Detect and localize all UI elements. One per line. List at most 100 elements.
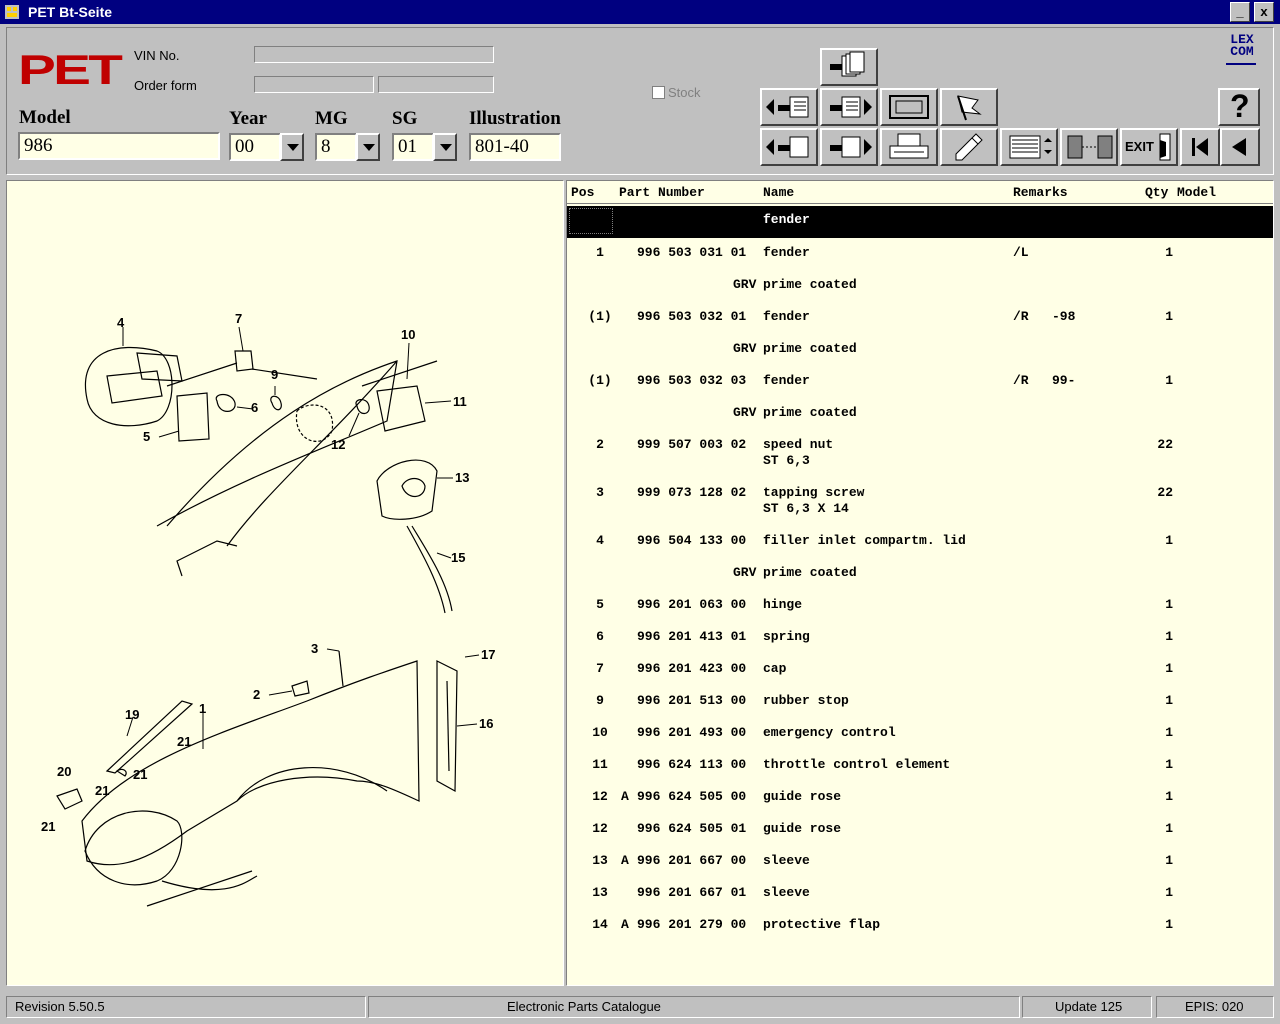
stock-checkbox-box[interactable]	[652, 86, 665, 99]
cell-part: 996 201 493 00	[637, 725, 747, 740]
documents-icon	[830, 51, 865, 77]
table-row[interactable]: (1) 996 503 032 01 fender/R -98 1	[567, 303, 1273, 335]
table-row[interactable]: 3 999 073 128 02 tapping screw 22 ST 6,3 X 1…	[567, 479, 1273, 516]
app-icon	[5, 5, 19, 19]
cell-name: guide rose	[763, 789, 842, 804]
cell-name: fender	[763, 245, 810, 260]
stock-label: Stock	[668, 85, 701, 100]
cell-pos: 7	[596, 661, 604, 676]
table-row[interactable]: 7 996 201 423 00 cap 1	[567, 655, 1273, 687]
next-page-button[interactable]	[820, 88, 878, 126]
col-header-name[interactable]: Name	[763, 185, 794, 200]
selected-row-focus	[569, 208, 613, 234]
col-header-qty[interactable]: Qty	[1145, 185, 1168, 200]
svg-text:16: 16	[479, 716, 493, 731]
vin-input[interactable]	[254, 46, 494, 63]
prev-blank-button[interactable]	[760, 128, 818, 166]
cell-pos: (1)	[588, 373, 612, 388]
cell-part: 996 201 279 00	[637, 917, 747, 932]
table-row[interactable]: GRV prime coated	[567, 399, 1273, 431]
list-icon	[1009, 135, 1052, 159]
col-header-model[interactable]: Model	[1177, 185, 1216, 200]
sg-dropdown-button[interactable]	[433, 133, 457, 161]
table-row[interactable]: 2 999 507 003 02 speed nut 22 ST 6,3	[567, 431, 1273, 468]
cell-name: throttle control element	[763, 757, 951, 772]
minimize-button[interactable]: _	[1230, 2, 1250, 22]
table-row[interactable]: 11 996 624 113 00 throttle control element…	[567, 751, 1273, 783]
table-row[interactable]: GRV prime coated	[567, 335, 1273, 367]
table-row[interactable]: 6 996 201 413 01 spring 1	[567, 623, 1273, 655]
table-row[interactable]: 1 996 503 031 01 fender/L 1	[567, 239, 1273, 271]
cell-remarks: /L	[1013, 245, 1029, 260]
table-row[interactable]: (1) 996 503 032 03 fender/R 99- 1	[567, 367, 1273, 399]
cell-pos: 11	[592, 757, 608, 772]
cell-pos: 10	[592, 725, 608, 740]
order-form-input-1[interactable]	[254, 76, 374, 93]
cell-part: 999 507 003 02	[637, 437, 747, 452]
cell-name: tapping screw	[763, 485, 865, 500]
order-form-input-2[interactable]	[378, 76, 494, 93]
cell-name: prime coated	[763, 565, 857, 580]
cell-qty: 1	[1165, 693, 1173, 708]
stock-checkbox[interactable]: Stock	[652, 85, 701, 100]
parts-diagram[interactable]: 4 7 10 9 6 11 5 12 13 15 3 17 2 1 19 16 …	[7, 181, 563, 985]
next-blank-button[interactable]	[820, 128, 878, 166]
cell-remarks: /R 99-	[1013, 373, 1076, 388]
sg-select[interactable]: 01	[392, 133, 434, 161]
mg-select[interactable]: 8	[315, 133, 357, 161]
cell-name: prime coated	[763, 277, 857, 292]
vin-label: VIN No.	[134, 48, 180, 63]
col-header-remarks[interactable]: Remarks	[1013, 185, 1068, 200]
cell-part: 996 201 667 01	[637, 885, 747, 900]
cell-pos: 5	[596, 597, 604, 612]
table-row[interactable]: 13 A 996 201 667 00 sleeve 1	[567, 847, 1273, 879]
cell-pos: 13	[592, 885, 608, 900]
view-button[interactable]	[880, 88, 938, 126]
cell-name: fender	[763, 309, 810, 324]
col-header-part-number[interactable]: Part Number	[619, 185, 705, 200]
table-row[interactable]: 4 996 504 133 00 filler inlet compartm. li…	[567, 527, 1273, 559]
cell-pos: 2	[596, 437, 604, 452]
mg-dropdown-button[interactable]	[356, 133, 380, 161]
year-dropdown-button[interactable]	[280, 133, 304, 161]
table-row[interactable]: 12 A 996 624 505 00 guide rose 1	[567, 783, 1273, 815]
table-row[interactable]: GRV prime coated	[567, 271, 1273, 303]
year-select[interactable]: 00	[229, 133, 281, 161]
cell-qty: 1	[1165, 373, 1173, 388]
model-field[interactable]: 986	[18, 132, 220, 160]
table-row[interactable]: 13 996 201 667 01 sleeve 1	[567, 879, 1273, 911]
cell-qty: 1	[1165, 757, 1173, 772]
table-row[interactable]: 12 996 624 505 01 guide rose 1	[567, 815, 1273, 847]
edit-button[interactable]	[940, 128, 998, 166]
first-record-button[interactable]	[1180, 128, 1220, 166]
cell-name: emergency control	[763, 725, 896, 740]
svg-text:12: 12	[331, 437, 345, 452]
flag-button[interactable]	[940, 88, 998, 126]
prev-page-button[interactable]	[760, 88, 818, 126]
cell-qty: 1	[1165, 853, 1173, 868]
transfer-button[interactable]	[1060, 128, 1118, 166]
col-header-pos[interactable]: Pos	[571, 185, 594, 200]
cell-qty: 22	[1157, 437, 1173, 452]
close-button[interactable]: x	[1254, 2, 1274, 22]
cell-pos: 13	[592, 853, 608, 868]
table-row[interactable]: 5 996 201 063 00 hinge 1	[567, 591, 1273, 623]
cell-qty: 1	[1165, 629, 1173, 644]
multi-doc-button[interactable]	[820, 48, 878, 86]
exit-button[interactable]: EXIT	[1120, 128, 1178, 166]
list-view-button[interactable]	[1000, 128, 1058, 166]
print-button[interactable]	[880, 128, 938, 166]
table-row[interactable]: 9 996 201 513 00 rubber stop 1	[567, 687, 1273, 719]
prev-record-button[interactable]	[1220, 128, 1260, 166]
table-row[interactable]: GRV prime coated	[567, 559, 1273, 591]
illustration-field[interactable]: 801-40	[469, 133, 561, 161]
svg-text:7: 7	[235, 311, 242, 326]
pet-logo: PET	[18, 46, 123, 93]
cell-name: sleeve	[763, 853, 810, 868]
cell-part: 996 503 032 03	[637, 373, 747, 388]
table-row[interactable]: 10 996 201 493 00 emergency control 1	[567, 719, 1273, 751]
selected-row[interactable]: fender	[567, 206, 1273, 238]
help-button[interactable]: ?	[1218, 88, 1260, 126]
table-row[interactable]: 14 A 996 201 279 00 protective flap 1	[567, 911, 1273, 943]
model-label: Model	[19, 107, 71, 128]
